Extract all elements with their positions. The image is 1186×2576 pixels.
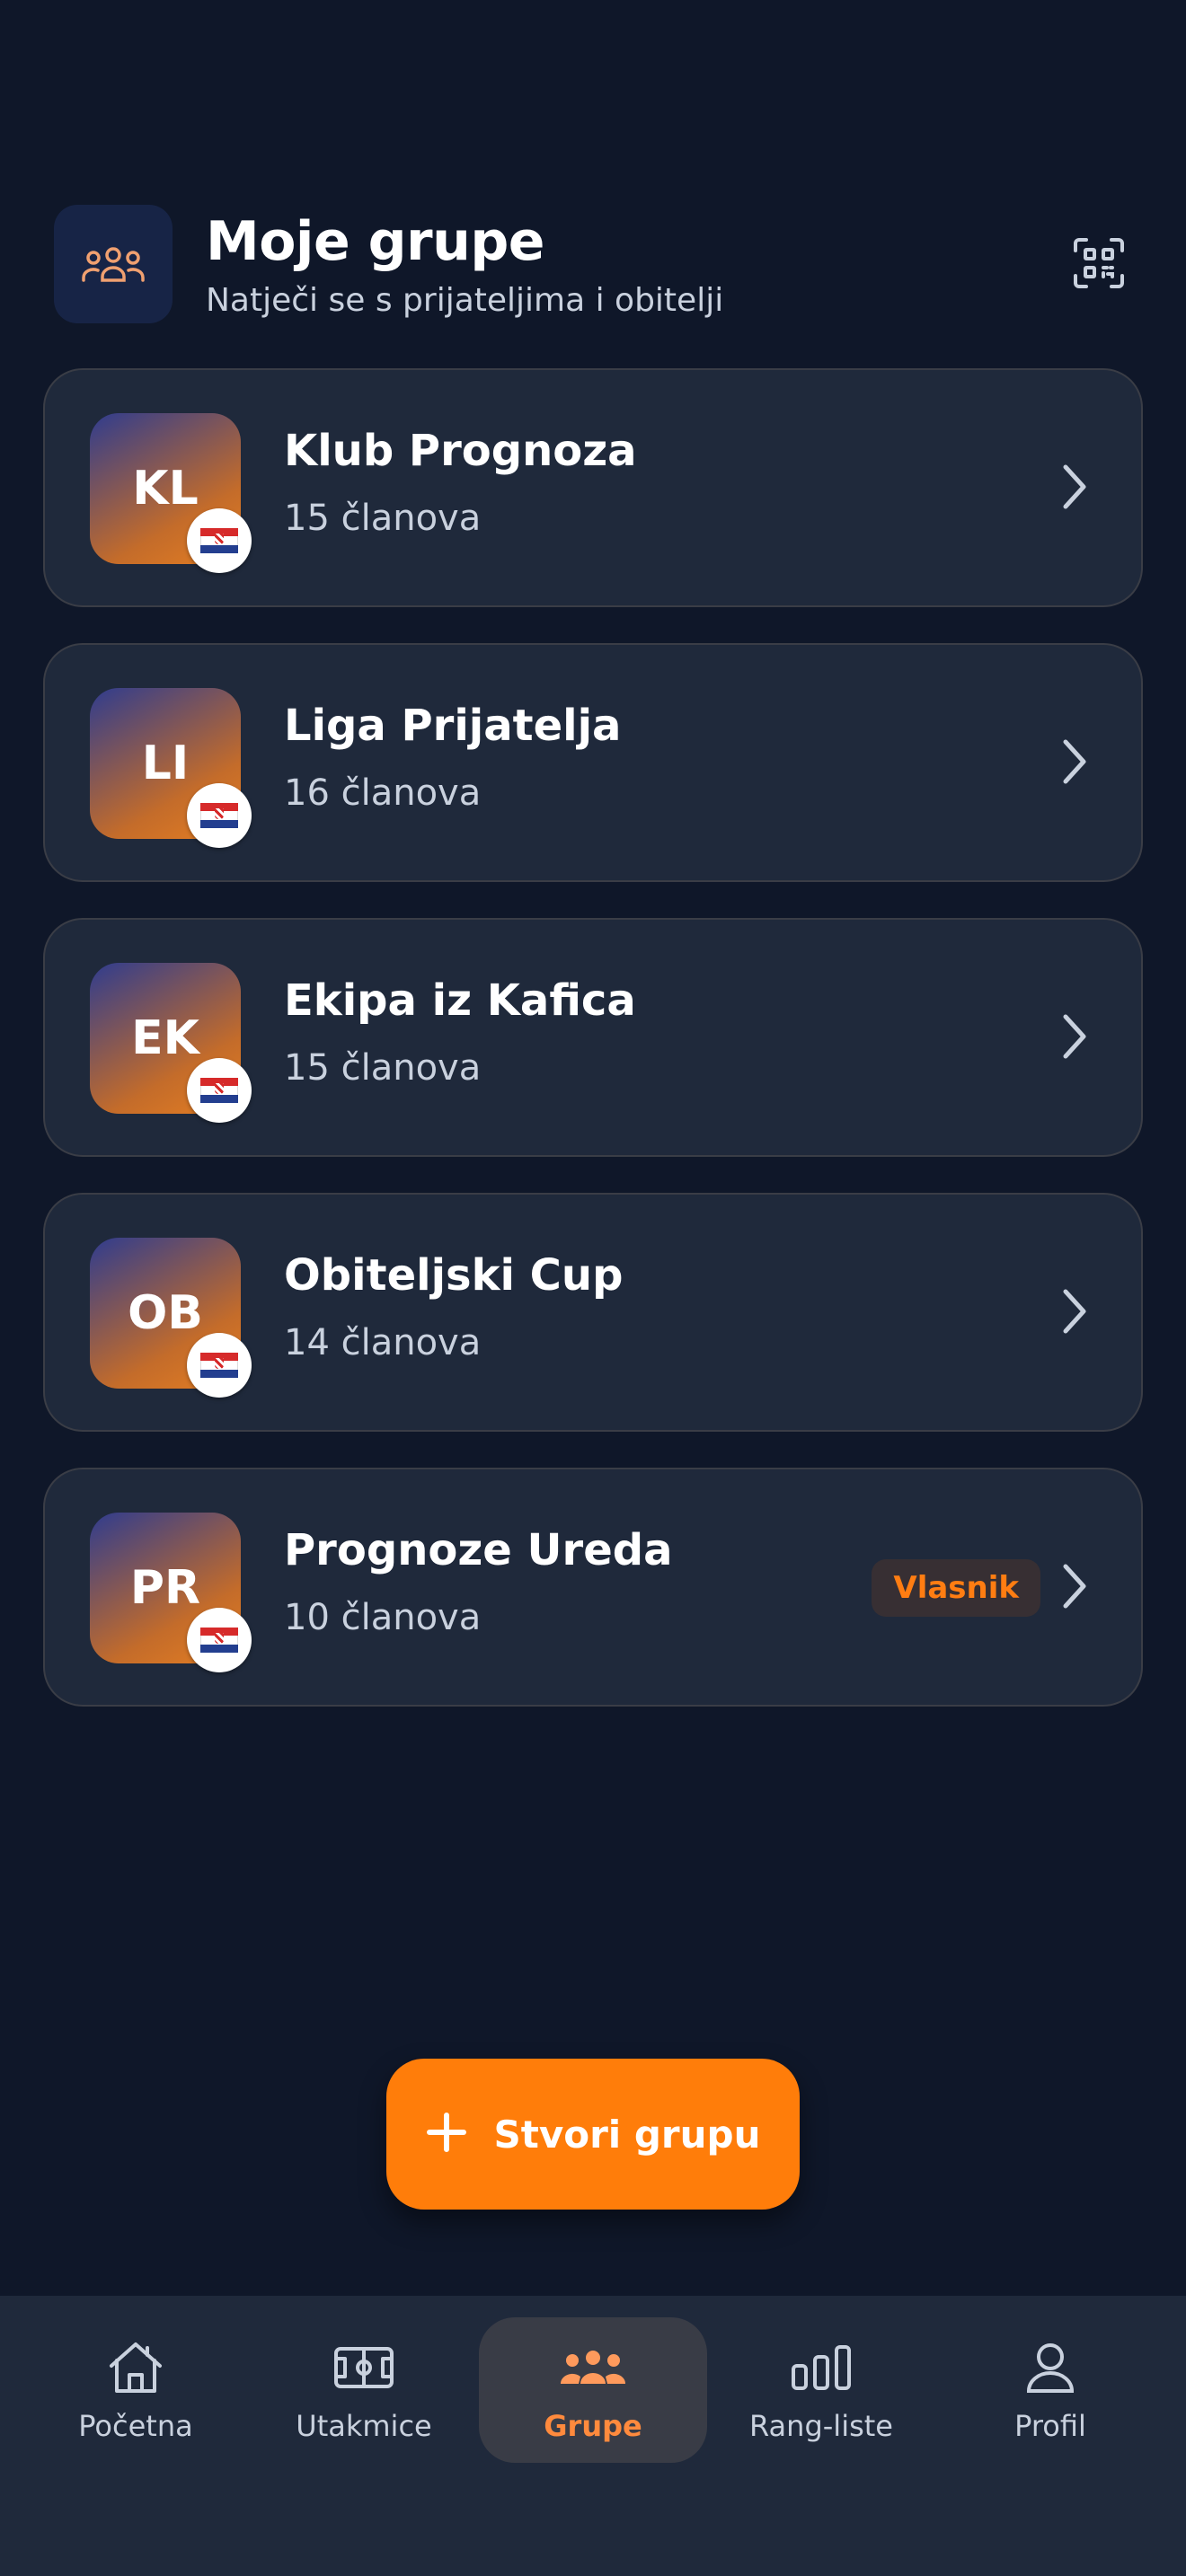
home-icon (106, 2335, 165, 2400)
page-subtitle: Natječi se s prijateljima i obitelji (206, 282, 724, 319)
chevron-right-icon (1063, 1289, 1086, 1334)
group-member-count: 15 članova (284, 498, 482, 539)
group-name: Ekipa iz Kafica (284, 975, 636, 1026)
qr-code-icon (1074, 238, 1124, 288)
group-member-count: 16 članova (284, 772, 482, 814)
nav-label: Grupe (544, 2409, 642, 2443)
plus-icon (426, 2105, 467, 2163)
group-card[interactable]: PR Prognoze Ureda 10 članova Vlasnik (43, 1468, 1143, 1707)
group-initials: LI (141, 737, 190, 790)
group-name: Liga Prijatelja (284, 701, 622, 751)
nav-label: Utakmice (296, 2409, 432, 2443)
group-member-count: 15 članova (284, 1047, 482, 1089)
nav-label: Početna (78, 2409, 193, 2443)
chevron-right-icon (1063, 1564, 1086, 1609)
nav-item-home[interactable]: Početna (22, 2317, 250, 2463)
bottom-navigation: Početna Utakmice Grupe Rang-liste Profil (0, 2296, 1186, 2576)
chevron-right-icon (1063, 1014, 1086, 1059)
nav-item-groups[interactable]: Grupe (479, 2317, 707, 2463)
page-title: Moje grupe (206, 210, 544, 273)
user-icon (1025, 2335, 1075, 2400)
nav-item-matches[interactable]: Utakmice (250, 2317, 478, 2463)
nav-item-leaderboards[interactable]: Rang-liste (707, 2317, 935, 2463)
group-initials: KL (132, 462, 199, 516)
nav-item-profile[interactable]: Profil (936, 2317, 1164, 2463)
croatia-flag-icon (187, 1058, 252, 1123)
group-member-count: 14 članova (284, 1322, 482, 1363)
chevron-right-icon (1063, 739, 1086, 784)
chevron-right-icon (1063, 464, 1086, 509)
group-name: Prognoze Ureda (284, 1525, 673, 1575)
croatia-flag-icon (187, 1333, 252, 1398)
group-card[interactable]: KL Klub Prognoza 15 članova (43, 368, 1143, 607)
nav-label: Rang-liste (749, 2409, 893, 2443)
croatia-flag-icon (187, 783, 252, 848)
create-group-button[interactable]: Stvori grupu (386, 2059, 800, 2210)
group-initials: EK (131, 1011, 199, 1065)
page-header: Moje grupe Natječi se s prijateljima i o… (54, 205, 1132, 323)
group-initials: OB (128, 1286, 203, 1340)
owner-badge: Vlasnik (872, 1559, 1040, 1617)
bar-chart-icon (790, 2335, 853, 2400)
croatia-flag-icon (187, 1608, 252, 1672)
users-group-icon (559, 2335, 627, 2400)
group-card[interactable]: OB Obiteljski Cup 14 članova (43, 1193, 1143, 1432)
group-initials: PR (129, 1561, 201, 1615)
pitch-icon (333, 2335, 394, 2400)
group-list: KL Klub Prognoza 15 članova LI Liga Prij… (43, 368, 1143, 1742)
qr-code-button[interactable] (1066, 230, 1132, 296)
group-card[interactable]: LI Liga Prijatelja 16 članova (43, 643, 1143, 882)
group-name: Klub Prognoza (284, 426, 637, 476)
croatia-flag-icon (187, 508, 252, 573)
group-card[interactable]: EK Ekipa iz Kafica 15 članova (43, 918, 1143, 1157)
group-member-count: 10 članova (284, 1597, 482, 1638)
group-name: Obiteljski Cup (284, 1250, 624, 1301)
nav-label: Profil (1014, 2409, 1086, 2443)
users-group-icon (54, 205, 173, 323)
create-group-label: Stvori grupu (493, 2112, 761, 2157)
